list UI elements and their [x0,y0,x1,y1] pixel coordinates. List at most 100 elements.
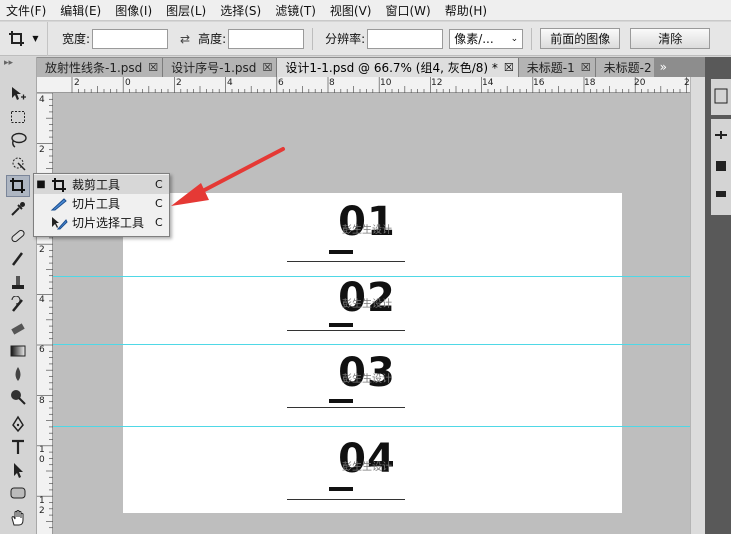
selected-bullet-icon: ■ [36,179,46,190]
menu-bar: 文件(F) 编辑(E) 图像(I) 图层(L) 选择(S) 滤镜(T) 视图(V… [0,0,731,21]
guide-line[interactable] [53,426,690,427]
tab-label: 设计1-1.psd @ 66.7% (组4, 灰色/8) * [285,61,498,75]
number-underline [329,487,353,491]
ruler-ticks [71,77,700,93]
height-input[interactable] [228,28,305,49]
gradient-tool[interactable] [6,340,30,362]
panel-tools-icon [715,131,727,197]
close-icon[interactable]: ☒ [148,61,158,74]
menu-file[interactable]: 文件(F) [6,2,46,19]
magic-wand-icon [12,157,26,171]
slice-select-icon [48,215,70,231]
flyout-item-slice-select[interactable]: 切片选择工具 C [34,213,169,232]
lasso-tool[interactable] [6,129,30,151]
history-brush-icon [11,296,23,312]
close-icon[interactable]: ☒ [504,61,514,74]
arrow-cursor-icon [14,463,23,478]
width-input[interactable] [92,28,169,49]
right-panel-dock [705,57,731,534]
ruler-label: 1 2 [39,496,45,516]
ruler-label: 14 [482,78,494,88]
history-brush-tool[interactable] [6,294,30,316]
resolution-input[interactable] [367,28,444,49]
slice-icon [48,196,70,212]
menu-select[interactable]: 选择(S) [220,2,261,19]
canvas-area[interactable]: 01 彭生生设计 02 彭生生设计 03 彭生生设计 04 彭生生设计 [53,93,690,534]
ruler-label: 4 [39,95,45,105]
marquee-tool[interactable] [6,106,30,128]
section-divider-line [287,407,405,408]
vertical-ruler[interactable]: 4 2 0 2 4 6 8 1 0 1 2 [37,93,53,534]
flyout-item-shortcut: C [155,216,163,229]
brush-tool[interactable] [6,248,30,270]
move-tool[interactable] [6,83,30,105]
panel-group[interactable] [711,79,731,115]
healing-brush-tool[interactable] [6,225,30,247]
eraser-tool[interactable] [6,317,30,339]
resolution-unit-value: 像素/... [454,32,494,46]
menu-image[interactable]: 图像(I) [115,2,152,19]
watermark-text: 彭生生设计 [342,374,392,385]
type-icon [12,439,24,454]
pen-icon [12,415,24,433]
tool-preset-picker[interactable]: ▼ [0,21,48,56]
dodge-icon [11,390,26,405]
tab-document-5[interactable]: 未标题-2 [595,58,654,77]
flyout-item-crop[interactable]: ■ 裁剪工具 C [34,175,169,194]
dodge-tool[interactable] [6,386,30,408]
rect-marquee-icon [11,111,25,123]
tab-document-1[interactable]: 放射性线条-1.psd ☒ [37,58,164,77]
menu-window[interactable]: 窗口(W) [385,2,430,19]
front-image-button[interactable]: 前面的图像 [540,28,621,49]
shape-tool[interactable] [6,482,30,504]
number-underline [329,250,353,254]
panel-grip-icon[interactable]: ▸▸ [0,57,36,77]
ruler-label: 2 [39,145,45,155]
path-select-tool[interactable] [6,459,30,481]
blur-tool[interactable] [6,363,30,385]
horizontal-ruler[interactable]: 2 0 2 4 6 8 10 12 14 16 18 20 22 [37,77,705,93]
section-divider-line [287,330,405,331]
divider [312,27,314,50]
number-section: 04 彭生生设计 [287,436,447,502]
close-icon[interactable]: ☒ [581,61,591,74]
ruler-label: 4 [39,295,45,305]
tools-panel: ▸▸ [0,57,37,534]
ruler-ticks [37,93,53,529]
menu-help[interactable]: 帮助(H) [445,2,487,19]
ruler-label: 10 [380,78,392,88]
menu-layer[interactable]: 图层(L) [166,2,206,19]
tab-label: 设计序号-1.psd [171,61,257,75]
crop-icon [9,30,25,46]
tab-document-active[interactable]: 设计1-1.psd @ 66.7% (组4, 灰色/8) * ☒ [277,58,519,77]
menu-filter[interactable]: 滤镜(T) [275,2,316,19]
vertical-scrollbar[interactable] [690,77,705,534]
tab-label: 放射性线条-1.psd [45,61,143,75]
number-section: 02 彭生生设计 [287,275,447,341]
resolution-unit-select[interactable]: 像素/... ⌄ [449,28,524,49]
quick-select-tool[interactable] [6,152,30,174]
ruler-label: 6 [278,78,284,88]
eyedropper-tool[interactable] [6,198,30,220]
close-icon[interactable]: ☒ [262,61,272,74]
flyout-item-slice[interactable]: 切片工具 C [34,194,169,213]
water-drop-icon [15,367,21,381]
panel-group[interactable] [711,119,731,215]
tab-document-2[interactable]: 设计序号-1.psd ☒ [163,58,278,77]
crop-tool[interactable] [6,175,30,197]
pen-tool[interactable] [6,413,30,435]
hand-tool[interactable] [6,507,30,529]
clone-stamp-tool[interactable] [6,271,30,293]
tab-document-4[interactable]: 未标题-1 ☒ [518,58,596,77]
ruler-label: 0 [125,78,131,88]
clear-button[interactable]: 清除 [630,28,711,49]
ruler-label: 4 [227,78,233,88]
document-canvas[interactable]: 01 彭生生设计 02 彭生生设计 03 彭生生设计 04 彭生生设计 [123,193,622,513]
type-tool[interactable] [6,436,30,458]
more-tabs-icon[interactable]: » [660,60,667,74]
menu-view[interactable]: 视图(V) [330,2,372,19]
swap-icon[interactable]: ⇄ [180,32,190,46]
menu-edit[interactable]: 编辑(E) [60,2,101,19]
guide-line[interactable] [53,276,690,277]
guide-line[interactable] [53,344,690,345]
